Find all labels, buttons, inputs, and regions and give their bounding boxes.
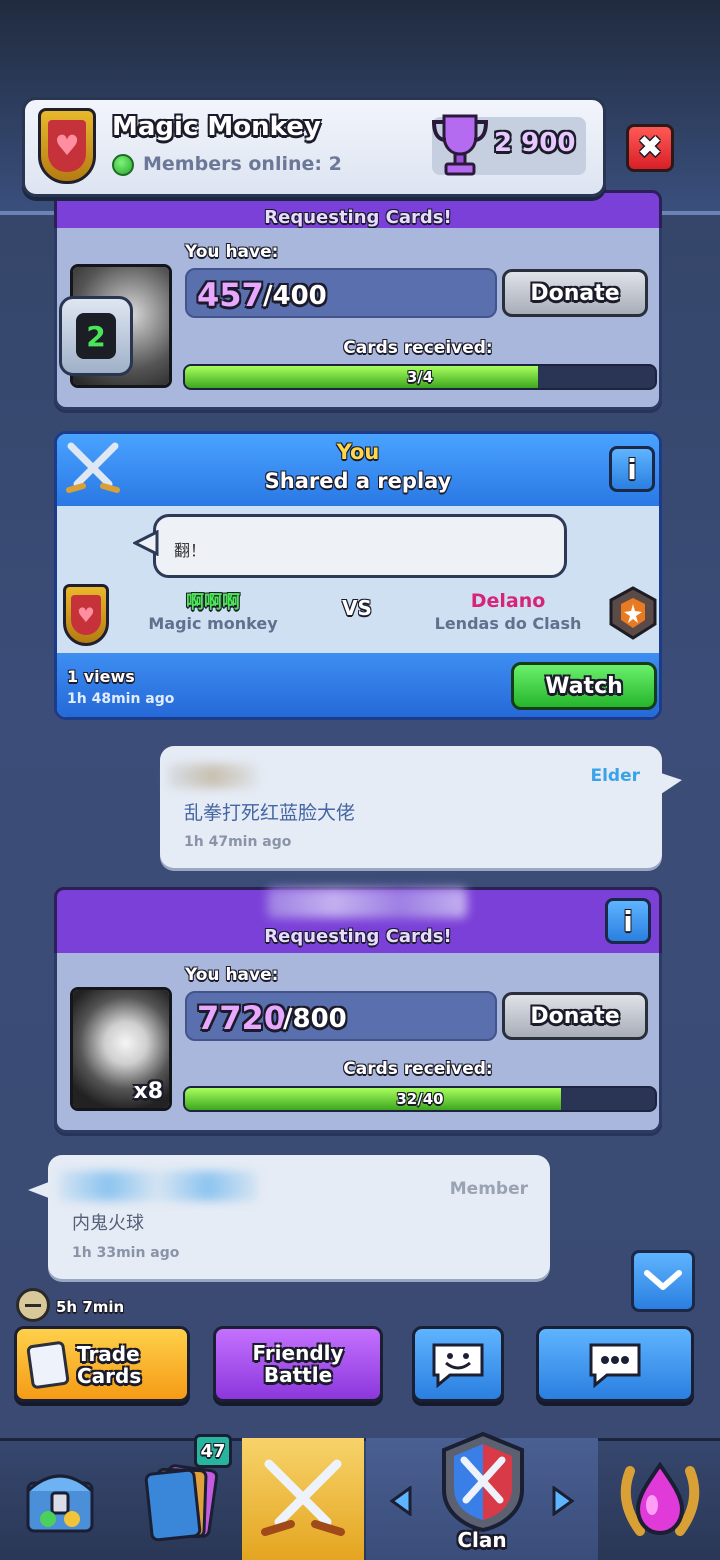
clan-shield-icon xyxy=(442,1431,524,1533)
player2-clan-badge-icon xyxy=(609,586,657,640)
you-have-label: You have: xyxy=(185,965,279,985)
card-count-have: 7720 xyxy=(197,999,287,1037)
cards-icon xyxy=(26,1340,70,1390)
chevron-left-icon xyxy=(389,1486,412,1516)
members-online: Members online: 2 xyxy=(143,153,342,175)
smiley-chat-icon xyxy=(432,1343,484,1389)
online-indicator-icon xyxy=(112,154,134,176)
request-card-header: Requesting Cards! i xyxy=(54,887,662,957)
info-button[interactable]: i xyxy=(609,446,655,492)
replay-comment: 翻！ xyxy=(174,541,207,560)
card-count-box: 7720 /800 xyxy=(185,991,497,1041)
vs-label: VS xyxy=(342,596,372,620)
chat-tail xyxy=(658,772,682,796)
nav-shop[interactable] xyxy=(0,1438,120,1560)
player1-clan: Magic monkey xyxy=(148,614,278,633)
replay-card: You Shared a replay i 翻！ ♥ 啊啊啊 Magic mon… xyxy=(54,431,662,720)
requested-card-image: x8 xyxy=(70,987,172,1111)
trade-cards-button[interactable]: Trade Cards xyxy=(14,1326,190,1402)
close-icon: ✖ xyxy=(637,130,663,165)
replay-time: 1h 48min ago xyxy=(67,691,175,707)
scroll-down-button[interactable] xyxy=(631,1250,695,1312)
request-card-bottom: You have: 7720 /800 Donate Cards receive… xyxy=(54,953,662,1133)
battle-swords-icon xyxy=(261,1459,345,1536)
player1-clan-badge-icon: ♥ xyxy=(63,584,109,646)
friendly-battle-button[interactable]: Friendly Battle xyxy=(213,1326,383,1402)
replay-shared-label: Shared a replay xyxy=(264,469,452,493)
requester-name-blurred xyxy=(267,888,467,918)
player1-name: 啊啊啊 xyxy=(186,592,240,613)
cards-badge-count: 47 xyxy=(200,1440,226,1462)
watch-button[interactable]: Watch xyxy=(511,662,657,710)
card-multiplier: x8 xyxy=(133,1079,164,1104)
request-title: Requesting Cards! xyxy=(264,926,452,947)
chat-message: Member 内鬼火球 1h 33min ago xyxy=(48,1155,550,1279)
close-button[interactable]: ✖ xyxy=(626,124,674,172)
message-time: 1h 47min ago xyxy=(184,834,292,850)
friendly-battle-label: Friendly Battle xyxy=(252,1341,344,1387)
progress-label: 3/4 xyxy=(406,368,434,386)
replay-comment-bubble: 翻！ xyxy=(153,514,567,578)
chat-message: Elder 乱拳打死红蓝脸大佬 1h 47min ago xyxy=(160,746,662,868)
sender-role: Member xyxy=(449,1179,528,1199)
sender-name-blurred xyxy=(168,764,258,788)
card-count-need: /400 xyxy=(263,281,327,311)
clan-badge-icon: ♥ xyxy=(38,108,96,184)
chevron-right-icon xyxy=(552,1486,575,1516)
trophy-icon xyxy=(431,114,489,176)
trophy-count: 2 900 xyxy=(494,128,576,158)
sender-name-blurred xyxy=(58,1171,258,1201)
clan-name: Magic Monkey xyxy=(112,112,321,142)
message-time: 1h 33min ago xyxy=(72,1245,180,1261)
replay-views: 1 views xyxy=(67,667,135,686)
nav-clan[interactable]: Clan xyxy=(366,1431,598,1560)
chat-button[interactable] xyxy=(536,1326,694,1402)
donate-button[interactable]: Donate xyxy=(502,992,648,1040)
nav-battle[interactable] xyxy=(242,1438,364,1560)
emote-button[interactable] xyxy=(412,1326,504,1402)
trade-cards-label: Trade Cards xyxy=(77,1342,142,1388)
card-count-have: 457 xyxy=(197,276,264,314)
donation-progress-bar: 32/40 xyxy=(183,1086,657,1112)
message-text: 内鬼火球 xyxy=(72,1213,144,1234)
request-title: Requesting Cards! xyxy=(264,207,452,228)
cards-count-badge: 47 xyxy=(194,1434,232,1468)
nav-events[interactable] xyxy=(600,1438,720,1560)
timer-icon xyxy=(16,1288,50,1322)
chat-bubble-icon xyxy=(589,1343,641,1389)
card-level: 2 xyxy=(76,313,116,359)
player2-clan: Lendas do Clash xyxy=(434,614,582,633)
card-level-badge: 2 xyxy=(59,296,133,376)
card-count-need: /800 xyxy=(283,1004,347,1034)
laurel-elixir-icon xyxy=(620,1461,700,1536)
chevron-down-icon xyxy=(644,1270,682,1290)
donation-progress-bar: 3/4 xyxy=(183,364,657,390)
donate-button[interactable]: Donate xyxy=(502,269,648,317)
request-card-top: You have: 457 /400 Donate Cards received… xyxy=(54,228,662,410)
timer-text: 5h 7min xyxy=(56,1298,125,1316)
info-button[interactable]: i xyxy=(605,898,651,944)
message-text: 乱拳打死红蓝脸大佬 xyxy=(184,802,356,824)
you-have-label: You have: xyxy=(185,242,279,262)
player2-name: Delano xyxy=(470,590,546,612)
progress-label: 32/40 xyxy=(396,1090,444,1108)
nav-clan-label: Clan xyxy=(457,1528,507,1552)
replay-author: You xyxy=(336,440,380,464)
sender-role: Elder xyxy=(590,766,640,786)
bubble-tail xyxy=(133,530,159,556)
chest-icon xyxy=(26,1474,94,1533)
card-count-box: 457 /400 xyxy=(185,268,497,318)
